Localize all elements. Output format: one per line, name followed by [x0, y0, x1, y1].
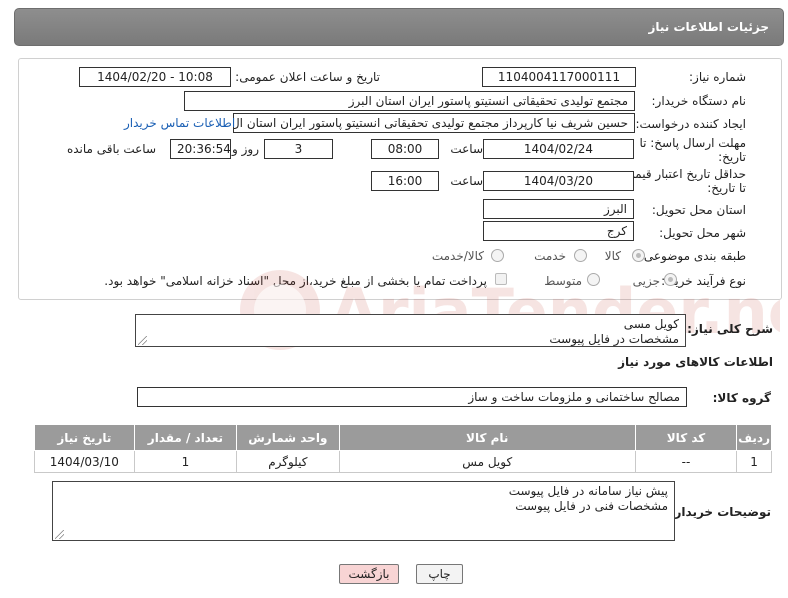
- resize-grip-icon[interactable]: [138, 336, 147, 345]
- category-service-label: خدمت: [534, 249, 566, 263]
- goods-group-field[interactable]: مصالح ساختمانی و ملزومات ساخت و ساز: [137, 387, 687, 407]
- days-label: روز و: [232, 142, 259, 156]
- cell-need-date: 1404/03/10: [34, 450, 135, 473]
- process-medium-label: متوسط: [544, 274, 582, 288]
- buyer-notes-label: توضیحات خریدار:: [669, 505, 771, 519]
- delivery-city-label: شهر محل تحویل:: [659, 226, 746, 240]
- items-table-header: ردیف کد کالا نام کالا واحد شمارش تعداد /…: [34, 424, 772, 451]
- need-number-label: شماره نیاز:: [689, 70, 746, 84]
- category-label: طبقه بندی موضوعی:: [639, 249, 746, 263]
- process-medium-radio[interactable]: [587, 273, 600, 286]
- remaining-time-field[interactable]: 20:36:54: [170, 139, 231, 159]
- price-validity-date-field[interactable]: 1404/03/20: [483, 171, 634, 191]
- need-summary-line-2: مشخصات در فایل پیوست: [549, 332, 679, 346]
- goods-group-label: گروه کالا:: [712, 391, 771, 405]
- cell-unit: کیلوگرم: [236, 450, 340, 473]
- remaining-label: ساعت باقی مانده: [66, 142, 156, 156]
- col-code: کد کالا: [634, 424, 738, 451]
- print-button[interactable]: چاپ: [416, 564, 463, 584]
- price-validity-time-label: ساعت: [450, 174, 483, 188]
- announce-datetime-field[interactable]: 1404/02/20 - 10:08: [79, 67, 231, 87]
- cell-row: 1: [736, 450, 772, 473]
- price-validity-label-2: تا تاریخ:: [707, 181, 746, 195]
- category-goods-radio[interactable]: [632, 249, 645, 262]
- reply-time-field[interactable]: 08:00: [371, 139, 439, 159]
- category-goods-service-label: کالا/خدمت: [431, 249, 484, 263]
- reply-time-label: ساعت: [450, 142, 483, 156]
- price-validity-label: حداقل تاریخ اعتبار قیمت:: [619, 167, 746, 181]
- reply-deadline-label: مهلت ارسال پاسخ: تا: [639, 136, 746, 150]
- resize-grip-icon[interactable]: [55, 530, 64, 539]
- announce-datetime-label: تاریخ و ساعت اعلان عمومی:: [235, 70, 380, 84]
- category-goods-label: کالا: [604, 249, 621, 263]
- table-row[interactable]: 1 -- کویل مس کیلوگرم 1 1404/03/10: [34, 450, 772, 473]
- col-row: ردیف: [736, 424, 772, 451]
- category-goods-service-radio[interactable]: [491, 249, 504, 262]
- price-validity-time-field[interactable]: 16:00: [371, 171, 439, 191]
- col-quantity: تعداد / مقدار: [133, 424, 238, 451]
- col-unit: واحد شمارش: [236, 424, 340, 451]
- buyer-notes-line-2: مشخصات فنی در فایل پیوست: [515, 499, 668, 513]
- need-summary-line-1: کویل مسی: [623, 317, 679, 331]
- days-field[interactable]: 3: [264, 139, 333, 159]
- goods-section-title: اطلاعات کالاهای مورد نیاز: [618, 355, 773, 369]
- process-partial-label: جزیی: [632, 274, 660, 288]
- treasury-payment-checkbox[interactable]: [495, 273, 507, 285]
- buyer-notes-line-1: پیش نیاز سامانه در فایل پیوست: [508, 484, 668, 498]
- reply-date-field[interactable]: 1404/02/24: [483, 139, 634, 159]
- cell-code: --: [634, 450, 738, 473]
- delivery-province-label: استان محل تحویل:: [651, 203, 746, 217]
- buyer-org-label: نام دستگاه خریدار:: [651, 94, 747, 108]
- process-partial-radio[interactable]: [664, 273, 677, 286]
- cell-name: کویل مس: [338, 450, 636, 473]
- need-number-field[interactable]: 1104004117000111: [482, 67, 636, 87]
- treasury-payment-note: پرداخت تمام یا بخشی از مبلغ خرید،از محل …: [104, 274, 487, 288]
- need-summary-textarea[interactable]: کویل مسی مشخصات در فایل پیوست: [135, 314, 686, 347]
- buyer-notes-textarea[interactable]: پیش نیاز سامانه در فایل پیوست مشخصات فنی…: [52, 481, 675, 541]
- page-title: جزئیات اطلاعات نیاز: [648, 20, 769, 34]
- requester-field[interactable]: حسین شریف نیا کارپرداز مجتمع تولیدی تحقی…: [233, 113, 635, 133]
- items-table: ردیف کد کالا نام کالا واحد شمارش تعداد /…: [34, 424, 772, 473]
- reply-deadline-label-2: تاریخ:: [718, 150, 746, 164]
- delivery-city-field[interactable]: کرج: [483, 221, 634, 241]
- back-button[interactable]: بازگشت: [339, 564, 399, 584]
- category-service-radio[interactable]: [574, 249, 587, 262]
- delivery-province-field[interactable]: البرز: [483, 199, 634, 219]
- need-summary-label: شرح کلی نیاز:: [687, 322, 773, 336]
- buyer-org-field[interactable]: مجتمع تولیدی تحقیقاتی انستیتو پاستور ایر…: [184, 91, 635, 111]
- requester-label: ایجاد کننده درخواست:: [635, 117, 746, 131]
- panel-header: جزئیات اطلاعات نیاز: [14, 8, 784, 46]
- col-need-date: تاریخ نیاز: [34, 424, 135, 451]
- col-name: نام کالا: [338, 424, 636, 451]
- buyer-contact-link[interactable]: اطلاعات تماس خریدار: [124, 116, 235, 130]
- cell-quantity: 1: [133, 450, 238, 473]
